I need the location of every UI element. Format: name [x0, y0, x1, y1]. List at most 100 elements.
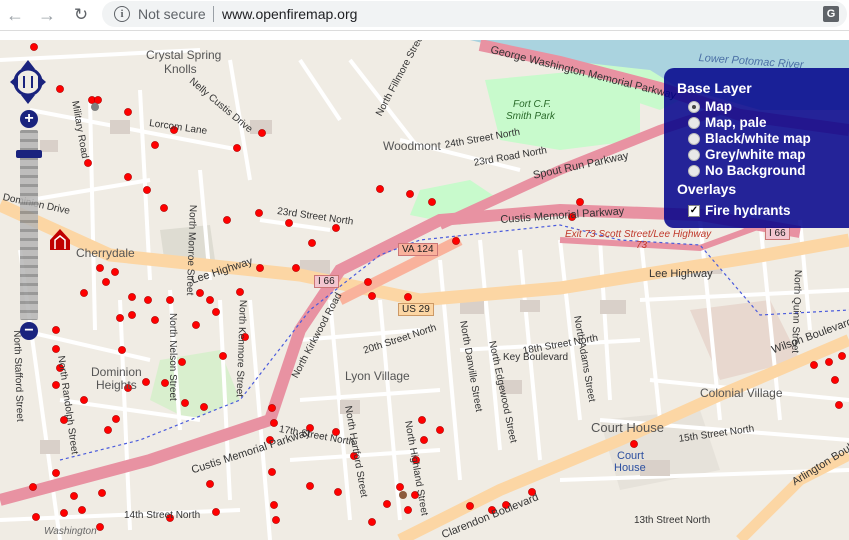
fire-hydrant-marker[interactable]: [144, 296, 152, 304]
checkbox-checked-icon[interactable]: ✓: [688, 205, 700, 217]
fire-hydrant-marker[interactable]: [236, 288, 244, 296]
fire-hydrant-marker[interactable]: [124, 173, 132, 181]
fire-hydrant-marker[interactable]: [96, 523, 104, 531]
fire-hydrant-marker[interactable]: [98, 489, 106, 497]
fire-hydrant-marker[interactable]: [116, 314, 124, 322]
fire-hydrant-marker[interactable]: [368, 292, 376, 300]
fire-hydrant-marker[interactable]: [332, 224, 340, 232]
fire-hydrant-marker[interactable]: [52, 345, 60, 353]
fire-hydrant-marker[interactable]: [630, 440, 638, 448]
fire-hydrant-marker[interactable]: [32, 513, 40, 521]
forward-arrow-icon[interactable]: →: [36, 4, 58, 26]
zoom-slider-handle[interactable]: [16, 150, 42, 158]
fire-hydrant-marker[interactable]: [78, 506, 86, 514]
fire-hydrant-marker[interactable]: [350, 452, 358, 460]
pan-arrows-icon[interactable]: [10, 60, 46, 104]
fire-hydrant-marker[interactable]: [306, 424, 314, 432]
fire-hydrant-marker[interactable]: [219, 352, 227, 360]
fire-hydrant-marker[interactable]: [272, 516, 280, 524]
fire-hydrant-marker[interactable]: [404, 506, 412, 514]
fire-hydrant-marker[interactable]: [418, 416, 426, 424]
fire-hydrant-marker[interactable]: [112, 415, 120, 423]
zoom-out-button[interactable]: −: [20, 322, 38, 340]
fire-hydrant-marker[interactable]: [810, 361, 818, 369]
fire-hydrant-marker[interactable]: [334, 488, 342, 496]
fire-hydrant-marker[interactable]: [412, 456, 420, 464]
fire-hydrant-marker[interactable]: [411, 491, 419, 499]
fire-hydrant-marker[interactable]: [104, 426, 112, 434]
fire-hydrant-marker[interactable]: [436, 426, 444, 434]
fire-hydrant-marker[interactable]: [502, 501, 510, 509]
fire-hydrant-marker[interactable]: [241, 333, 249, 341]
fire-hydrant-marker[interactable]: [80, 289, 88, 297]
fire-hydrant-marker[interactable]: [306, 482, 314, 490]
fire-hydrant-marker[interactable]: [266, 436, 274, 444]
fire-hydrant-marker[interactable]: [255, 209, 263, 217]
fire-hydrant-marker[interactable]: [838, 352, 846, 360]
fire-hydrant-marker[interactable]: [528, 488, 536, 496]
radio-icon[interactable]: [688, 149, 700, 161]
fire-hydrant-marker[interactable]: [151, 316, 159, 324]
fire-hydrant-marker[interactable]: [80, 396, 88, 404]
fire-hydrant-marker[interactable]: [223, 216, 231, 224]
fire-hydrant-marker[interactable]: [111, 268, 119, 276]
fire-hydrant-marker[interactable]: [568, 213, 576, 221]
fire-hydrant-marker[interactable]: [256, 264, 264, 272]
address-bar[interactable]: i Not secure www.openfiremap.org G: [102, 1, 847, 27]
fire-hydrant-marker[interactable]: [30, 43, 38, 51]
fire-hydrant-marker[interactable]: [56, 364, 64, 372]
fire-hydrant-marker[interactable]: [178, 358, 186, 366]
fire-hydrant-marker[interactable]: [118, 346, 126, 354]
translate-icon[interactable]: G: [823, 6, 839, 22]
radio-icon[interactable]: [688, 165, 700, 177]
fire-hydrant-marker[interactable]: [166, 514, 174, 522]
fire-hydrant-marker[interactable]: [161, 379, 169, 387]
fire-hydrant-marker[interactable]: [308, 239, 316, 247]
back-arrow-icon[interactable]: ←: [4, 4, 26, 26]
fire-hydrant-marker[interactable]: [428, 198, 436, 206]
fire-hydrant-marker[interactable]: [404, 293, 412, 301]
fire-hydrant-marker[interactable]: [29, 483, 37, 491]
fire-hydrant-marker[interactable]: [825, 358, 833, 366]
fire-hydrant-marker[interactable]: [124, 108, 132, 116]
fire-hydrant-marker[interactable]: [420, 436, 428, 444]
fire-hydrant-marker[interactable]: [160, 204, 168, 212]
fire-hydrant-marker[interactable]: [383, 500, 391, 508]
fire-hydrant-marker[interactable]: [192, 321, 200, 329]
fire-hydrant-marker[interactable]: [206, 480, 214, 488]
zoom-in-button[interactable]: +: [20, 110, 38, 128]
fire-hydrant-marker[interactable]: [128, 311, 136, 319]
fire-hydrant-marker[interactable]: [488, 506, 496, 514]
fire-hydrant-marker[interactable]: [52, 381, 60, 389]
fire-hydrant-marker[interactable]: [52, 469, 60, 477]
fire-hydrant-marker[interactable]: [102, 278, 110, 286]
fire-hydrant-marker[interactable]: [200, 403, 208, 411]
fire-hydrant-marker[interactable]: [70, 492, 78, 500]
radio-icon[interactable]: [688, 117, 700, 129]
zoom-bar[interactable]: [20, 130, 38, 320]
fire-hydrant-marker[interactable]: [268, 404, 276, 412]
fire-hydrant-marker[interactable]: [396, 483, 404, 491]
fire-hydrant-marker[interactable]: [206, 296, 214, 304]
fire-hydrant-marker[interactable]: [258, 129, 266, 137]
radio-icon[interactable]: [688, 133, 700, 145]
fire-hydrant-marker[interactable]: [233, 144, 241, 152]
fire-hydrant-marker[interactable]: [376, 185, 384, 193]
fire-hydrant-marker[interactable]: [181, 399, 189, 407]
fire-hydrant-marker[interactable]: [212, 508, 220, 516]
fire-hydrant-marker[interactable]: [270, 501, 278, 509]
fire-hydrant-marker[interactable]: [268, 468, 276, 476]
fire-hydrant-marker[interactable]: [96, 264, 104, 272]
fire-hydrant-marker[interactable]: [406, 190, 414, 198]
info-icon[interactable]: i: [114, 6, 130, 22]
fire-hydrant-marker[interactable]: [60, 509, 68, 517]
fire-hydrant-marker[interactable]: [364, 278, 372, 286]
fire-hydrant-marker[interactable]: [124, 384, 132, 392]
fire-hydrant-marker[interactable]: [831, 376, 839, 384]
radio-selected-icon[interactable]: [688, 101, 700, 113]
fire-hydrant-marker[interactable]: [84, 159, 92, 167]
fire-hydrant-marker[interactable]: [60, 416, 68, 424]
fire-hydrant-marker[interactable]: [466, 502, 474, 510]
fire-hydrant-marker[interactable]: [170, 126, 178, 134]
fire-hydrant-marker[interactable]: [128, 293, 136, 301]
